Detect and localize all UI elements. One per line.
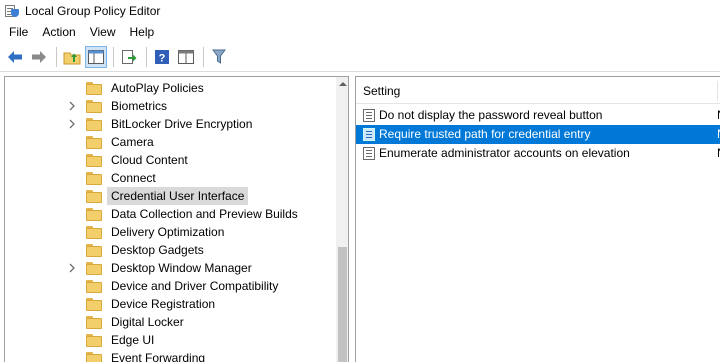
setting-row[interactable]: Enumerate administrator accounts on elev… bbox=[356, 144, 720, 163]
tree-item-label: Event Forwarding bbox=[111, 351, 206, 362]
folder-icon bbox=[86, 244, 102, 257]
tree-item-label: Camera bbox=[111, 135, 154, 149]
toolbar-separator bbox=[146, 47, 147, 67]
back-arrow-icon[interactable] bbox=[4, 46, 26, 68]
folder-icon bbox=[86, 352, 102, 362]
column-header-label: Setting bbox=[363, 84, 401, 98]
tree-item-label: Credential User Interface bbox=[107, 187, 249, 205]
export-list-icon[interactable] bbox=[118, 46, 140, 68]
policy-setting-icon bbox=[363, 109, 375, 122]
folder-icon bbox=[86, 100, 102, 113]
folder-icon bbox=[86, 136, 102, 149]
toolbar-separator bbox=[56, 47, 57, 67]
scrollbar-thumb[interactable] bbox=[338, 247, 347, 362]
tree-item-label: Digital Locker bbox=[111, 315, 184, 329]
policy-setting-icon bbox=[363, 128, 375, 141]
scroll-up-arrow-icon[interactable] bbox=[336, 77, 348, 91]
up-folder-icon[interactable] bbox=[61, 46, 83, 68]
setting-name: Enumerate administrator accounts on elev… bbox=[379, 146, 630, 160]
tree-item-label: Data Collection and Preview Builds bbox=[111, 207, 298, 221]
show-hide-tree-icon[interactable] bbox=[85, 46, 107, 68]
tree-item-label: Device Registration bbox=[111, 297, 216, 311]
column-divider[interactable] bbox=[717, 81, 718, 101]
policy-tree-pane: AutoPlay Policies Biometrics BitLocker Dri… bbox=[4, 76, 349, 362]
expand-chevron-icon[interactable] bbox=[68, 101, 78, 111]
tree-item[interactable]: AutoPlay Policies bbox=[5, 79, 335, 97]
tree-item[interactable]: Desktop Gadgets bbox=[5, 241, 335, 259]
setting-column-header[interactable]: Setting bbox=[356, 77, 720, 104]
tree-item-label: Desktop Window Manager bbox=[111, 261, 252, 275]
toolbar: ? bbox=[0, 43, 720, 72]
tree-item-label: Desktop Gadgets bbox=[111, 243, 204, 257]
title-bar: Local Group Policy Editor bbox=[0, 0, 720, 22]
menu-bar: File Action View Help bbox=[0, 22, 720, 43]
folder-icon bbox=[86, 280, 102, 293]
setting-row[interactable]: Require trusted path for credential entr… bbox=[356, 125, 720, 144]
tree-item-label: Edge UI bbox=[111, 333, 155, 347]
menu-help[interactable]: Help bbox=[123, 22, 162, 43]
tree-item[interactable]: Device and Driver Compatibility bbox=[5, 277, 335, 295]
expand-chevron-icon[interactable] bbox=[68, 263, 78, 273]
tree-item[interactable]: Biometrics bbox=[5, 97, 335, 115]
forward-arrow-icon[interactable] bbox=[28, 46, 50, 68]
settings-pane: Setting Do not display the password reve… bbox=[355, 76, 720, 362]
svg-text:?: ? bbox=[159, 53, 166, 65]
tree-item-label: Biometrics bbox=[111, 99, 168, 113]
setting-name: Require trusted path for credential entr… bbox=[379, 127, 591, 141]
menu-view[interactable]: View bbox=[83, 22, 123, 43]
folder-icon bbox=[86, 208, 102, 221]
tree-item[interactable]: Camera bbox=[5, 133, 335, 151]
window-title: Local Group Policy Editor bbox=[25, 4, 161, 18]
tree-item[interactable]: Edge UI bbox=[5, 331, 335, 349]
menu-file[interactable]: File bbox=[0, 22, 35, 43]
folder-icon bbox=[86, 82, 102, 95]
policy-tree: AutoPlay Policies Biometrics BitLocker Dri… bbox=[5, 79, 335, 362]
menu-action[interactable]: Action bbox=[35, 22, 82, 43]
tree-item[interactable]: Digital Locker bbox=[5, 313, 335, 331]
tree-item[interactable]: Data Collection and Preview Builds bbox=[5, 205, 335, 223]
tree-item-label: Cloud Content bbox=[111, 153, 188, 167]
folder-icon bbox=[86, 316, 102, 329]
expand-chevron-icon[interactable] bbox=[68, 119, 78, 129]
folder-icon bbox=[86, 172, 102, 185]
tree-item[interactable]: Event Forwarding bbox=[5, 349, 335, 362]
tree-scrollbar[interactable] bbox=[336, 77, 348, 362]
folder-icon bbox=[86, 334, 102, 347]
tree-item[interactable]: Desktop Window Manager bbox=[5, 259, 335, 277]
toolbar-separator bbox=[203, 47, 204, 67]
tree-item[interactable]: Credential User Interface bbox=[5, 187, 335, 205]
tree-item-label: BitLocker Drive Encryption bbox=[111, 117, 253, 131]
tree-item-label: Delivery Optimization bbox=[111, 225, 225, 239]
toolbar-separator bbox=[113, 47, 114, 67]
tree-item-label: AutoPlay Policies bbox=[111, 81, 204, 95]
folder-icon bbox=[86, 226, 102, 239]
group-policy-app-icon bbox=[5, 5, 19, 17]
setting-name: Do not display the password reveal butto… bbox=[379, 108, 603, 122]
tree-item[interactable]: Connect bbox=[5, 169, 335, 187]
tree-item[interactable]: Device Registration bbox=[5, 295, 335, 313]
policy-setting-icon bbox=[363, 147, 375, 160]
tree-item[interactable]: Cloud Content bbox=[5, 151, 335, 169]
help-icon[interactable]: ? bbox=[151, 46, 173, 68]
filter-icon[interactable] bbox=[208, 46, 230, 68]
tree-item[interactable]: Delivery Optimization bbox=[5, 223, 335, 241]
tree-item-label: Connect bbox=[111, 171, 156, 185]
folder-icon bbox=[86, 190, 102, 203]
folder-icon bbox=[86, 298, 102, 311]
setting-row[interactable]: Do not display the password reveal butto… bbox=[356, 106, 720, 125]
folder-icon bbox=[86, 262, 102, 275]
tree-item-label: Device and Driver Compatibility bbox=[111, 279, 279, 293]
folder-icon bbox=[86, 118, 102, 131]
folder-icon bbox=[86, 154, 102, 167]
tree-item[interactable]: BitLocker Drive Encryption bbox=[5, 115, 335, 133]
properties-view-icon[interactable] bbox=[175, 46, 197, 68]
